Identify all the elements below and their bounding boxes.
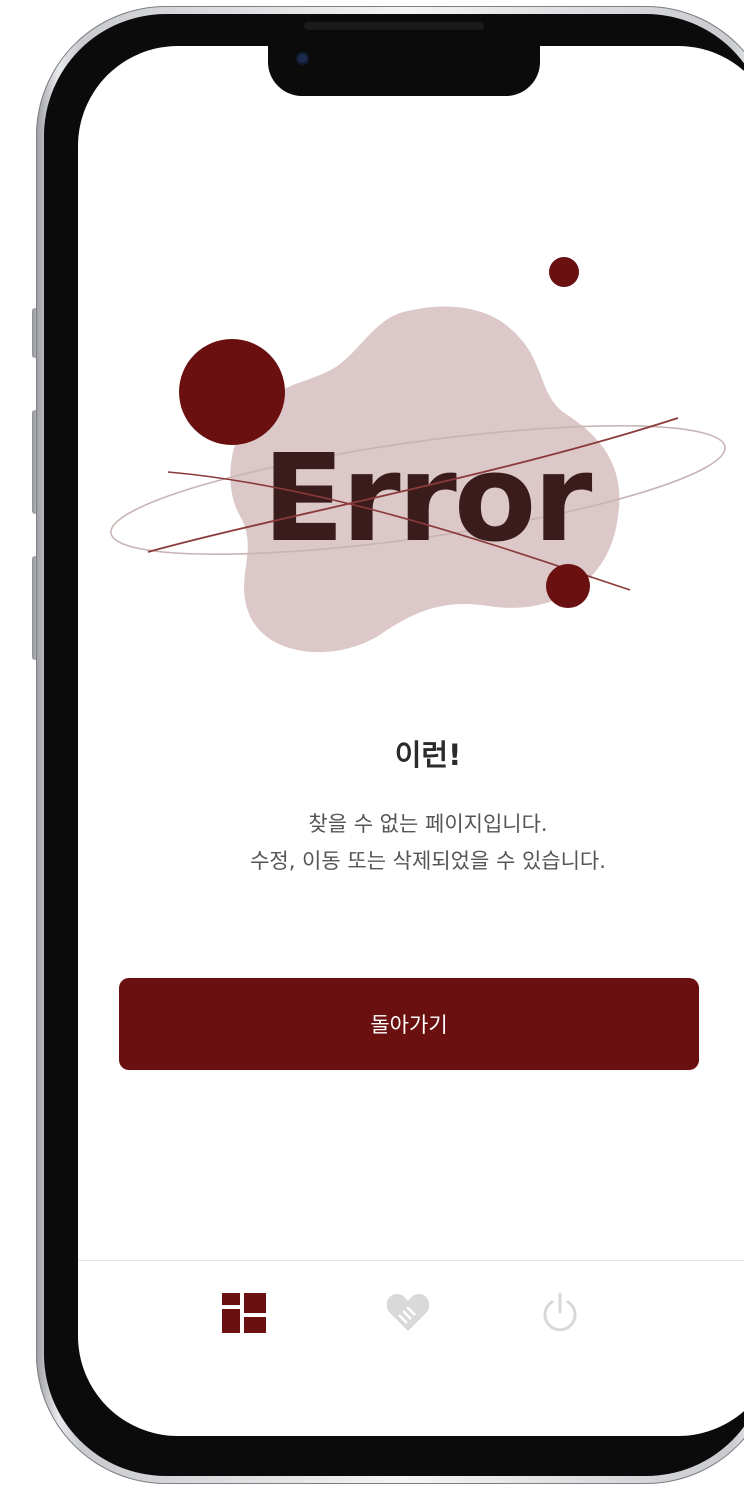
error-text: Error bbox=[263, 430, 593, 569]
error-title: 이런! bbox=[394, 738, 462, 772]
top-speaker bbox=[304, 22, 484, 30]
error-description: 찾을 수 없는 페이지입니다. 수정, 이동 또는 삭제되었을 수 있습니다. bbox=[78, 806, 744, 880]
heart-handshake-icon bbox=[386, 1294, 430, 1331]
description-line-2: 수정, 이동 또는 삭제되었을 수 있습니다. bbox=[250, 849, 606, 873]
small-planet-top bbox=[549, 257, 579, 287]
power-icon bbox=[543, 1292, 577, 1332]
small-planet-right bbox=[546, 564, 590, 608]
bottom-tab-bar bbox=[78, 1260, 744, 1401]
tab-power[interactable] bbox=[530, 1283, 590, 1343]
error-illustration: Error bbox=[110, 257, 726, 653]
dashboard-grid-icon bbox=[222, 1293, 266, 1333]
tab-dashboard[interactable] bbox=[214, 1283, 274, 1343]
tab-favorites[interactable] bbox=[378, 1283, 438, 1343]
go-back-button[interactable]: 돌아가기 bbox=[119, 978, 699, 1070]
description-line-1: 찾을 수 없는 페이지입니다. bbox=[308, 812, 548, 836]
screen: Error 이런! 찾을 수 없는 페이지입니다. 수정, 이동 또는 삭제되었… bbox=[78, 46, 744, 1436]
